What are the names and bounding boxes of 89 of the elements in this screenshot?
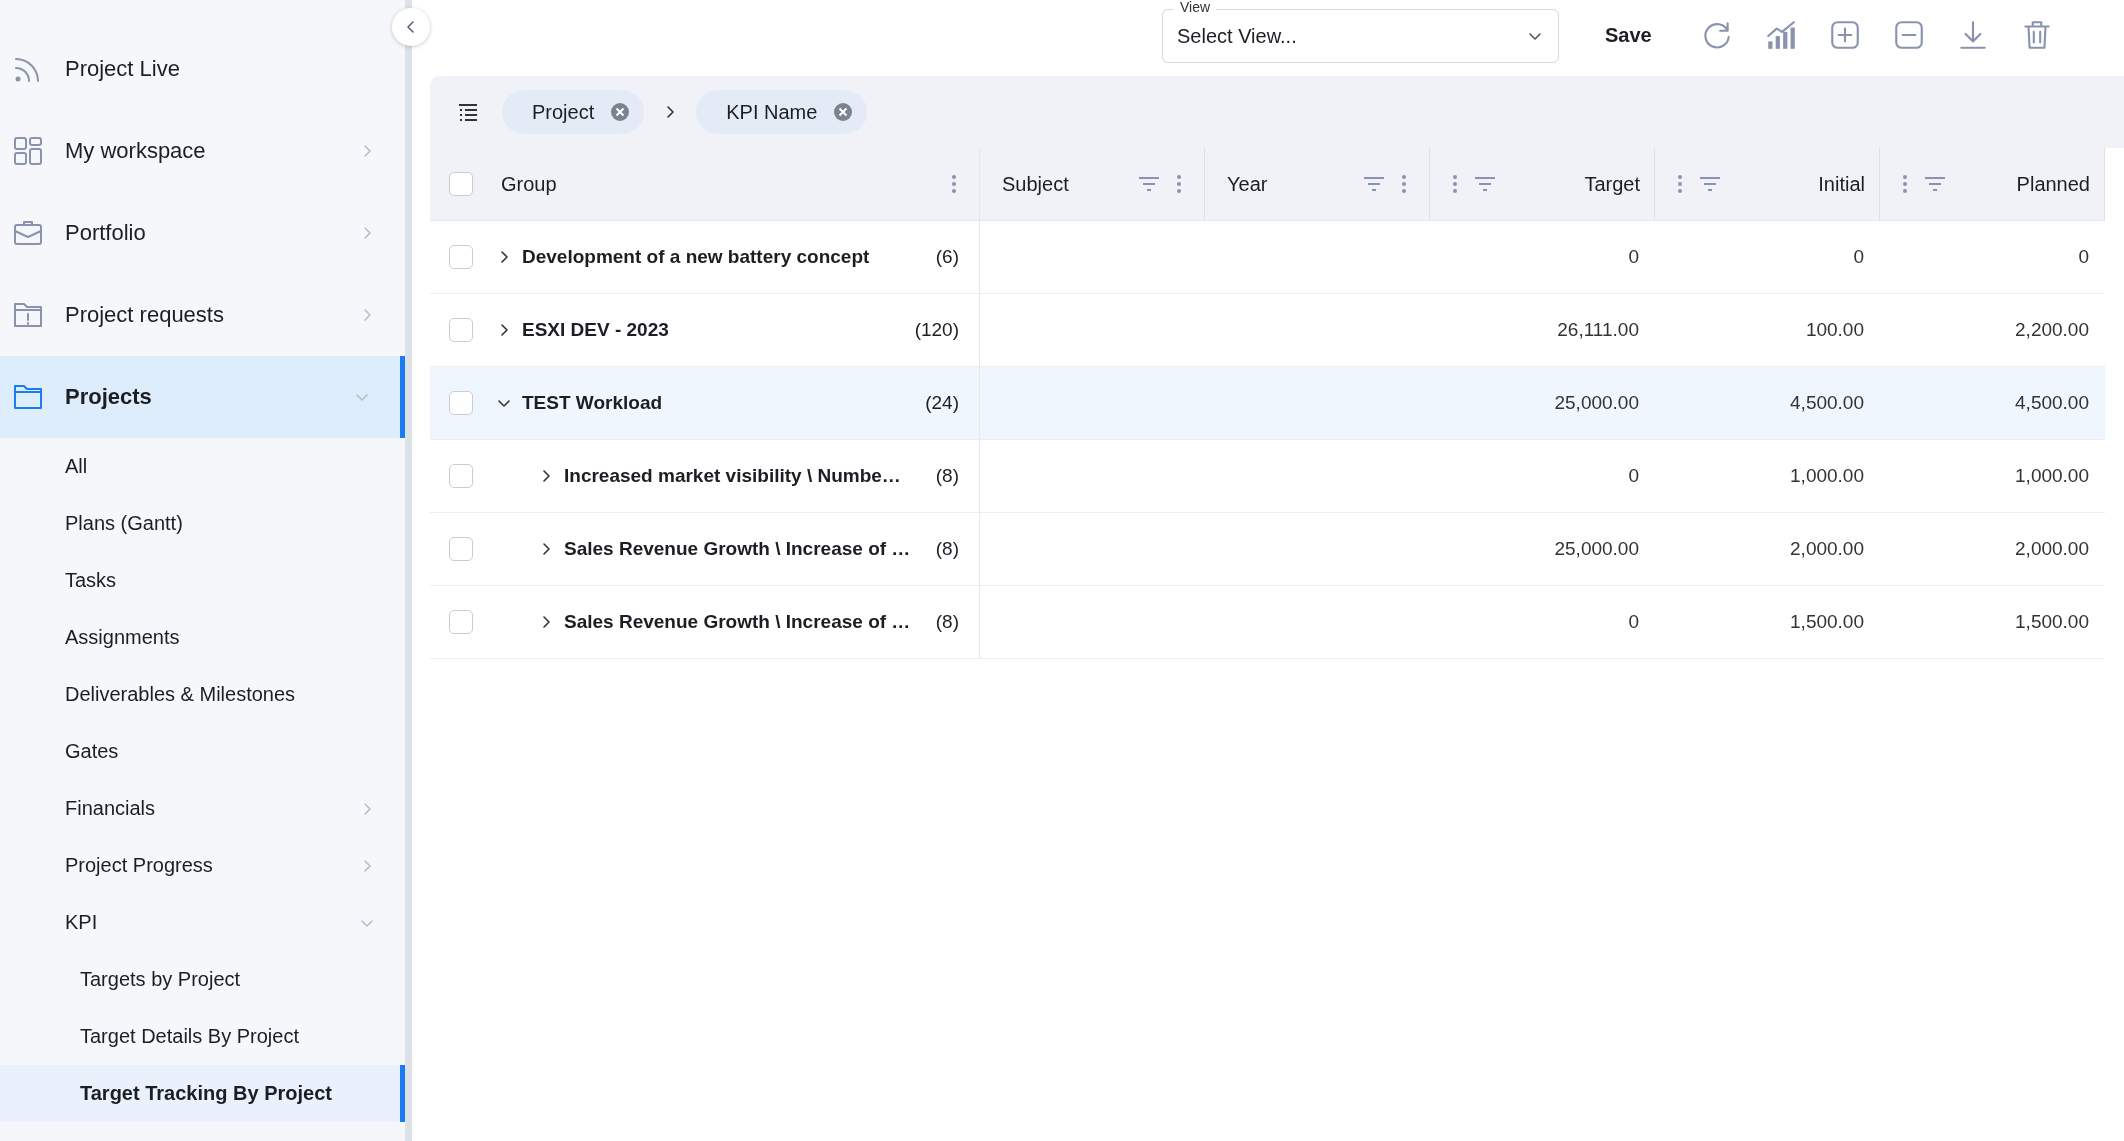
group-name: Sales Revenue Growth \ Increase of …	[564, 538, 912, 560]
header-label: Target	[1584, 172, 1640, 196]
group-chip[interactable]: KPI Name	[696, 90, 868, 134]
group-name: Sales Revenue Growth \ Increase of …	[564, 611, 912, 633]
column-header[interactable]: Target	[1430, 148, 1655, 221]
nav-item[interactable]: Project Live	[0, 28, 405, 110]
sidebar-item[interactable]: Target Tracking By Project	[0, 1065, 405, 1122]
sidebar-item[interactable]: Plans (Gantt)	[0, 495, 405, 552]
group-row-cell[interactable]: Increased market visibility \ Numbe… (8)	[430, 440, 980, 513]
sidebar-item[interactable]: Assignments	[0, 609, 405, 666]
row-count: (24)	[925, 392, 959, 414]
checkbox[interactable]	[449, 610, 473, 634]
filter-icon[interactable]	[1474, 176, 1496, 192]
table-cell: 0	[1430, 440, 1655, 513]
sidebar-item[interactable]: All	[0, 438, 405, 495]
sidebar-item[interactable]: Target Details By Project	[0, 1008, 405, 1065]
table-cell: 0	[1430, 586, 1655, 659]
sidebar-item[interactable]: Deliverables & Milestones	[0, 666, 405, 723]
nav-item[interactable]: My workspace	[0, 110, 405, 192]
checkbox[interactable]	[449, 537, 473, 561]
chip-label: KPI Name	[726, 100, 818, 124]
table-cell: 25,000.00	[1430, 513, 1655, 586]
checkbox[interactable]	[449, 391, 473, 415]
table-cell: 0	[1880, 221, 2105, 294]
remove-chip-icon[interactable]	[610, 102, 631, 122]
column-header[interactable]: Subject	[980, 148, 1205, 221]
filter-icon[interactable]	[1699, 176, 1721, 192]
more-icon[interactable]	[1902, 174, 1908, 194]
header-label: Subject	[1002, 172, 1070, 196]
table-cell: 25,000.00	[1430, 367, 1655, 440]
table-cell: 1,500.00	[1655, 586, 1880, 659]
sidebar-item[interactable]: Project Progress	[0, 837, 405, 894]
table-cell: 1,000.00	[1880, 440, 2105, 513]
group-row-cell[interactable]: TEST Workload (24)	[430, 367, 980, 440]
field-label: View	[1174, 0, 1217, 14]
table-cell: 0	[1430, 221, 1655, 294]
checkbox[interactable]	[449, 464, 473, 488]
table-cell: 1,000.00	[1655, 440, 1880, 513]
table-cell: 4,500.00	[1880, 367, 2105, 440]
table-cell: 1,500.00	[1880, 586, 2105, 659]
column-header[interactable]: Year	[1205, 148, 1430, 221]
header-label: Initial	[1818, 172, 1865, 196]
table-cell: 4,500.00	[1655, 367, 1880, 440]
group-name: ESXI DEV - 2023	[522, 319, 670, 341]
group-row-cell[interactable]: Sales Revenue Growth \ Increase of … (8)	[430, 513, 980, 586]
more-icon[interactable]	[951, 174, 957, 194]
scrollbar[interactable]	[405, 0, 412, 1141]
group-row-cell[interactable]: Development of a new battery concept (6)	[430, 221, 980, 294]
sidebar-item[interactable]: Targets by Project	[0, 951, 405, 1008]
header-label: Planned	[2016, 172, 2090, 196]
group-row-cell[interactable]: Sales Revenue Growth \ Increase of … (8)	[430, 586, 980, 659]
group-chip[interactable]: Project	[502, 90, 645, 134]
nav-item[interactable]: Projects	[0, 356, 405, 438]
group-name: TEST Workload	[522, 392, 664, 414]
chip-label: Project	[532, 100, 595, 124]
table-cell: 2,000.00	[1880, 513, 2105, 586]
table-cell: 2,000.00	[1655, 513, 1880, 586]
header-label: Group	[501, 172, 558, 196]
row-count: (8)	[935, 611, 959, 633]
sidebar-item[interactable]: Gates	[0, 723, 405, 780]
remove-chip-icon[interactable]	[833, 102, 854, 122]
group-name: Increased market visibility \ Numbe…	[564, 465, 902, 487]
filter-icon[interactable]	[1924, 176, 1946, 192]
save-button[interactable]: Save	[1599, 15, 1658, 55]
grid-icon	[12, 135, 44, 167]
sidebar-item[interactable]: Financials	[0, 780, 405, 837]
header-label: Year	[1227, 172, 1269, 196]
column-header[interactable]: Planned	[1880, 148, 2105, 221]
more-icon[interactable]	[1401, 174, 1407, 194]
filter-icon[interactable]	[1138, 176, 1160, 192]
table-cell: 0	[1655, 221, 1880, 294]
row-count: (8)	[935, 465, 959, 487]
more-icon[interactable]	[1677, 174, 1683, 194]
row-count: (120)	[914, 319, 959, 341]
filter-icon[interactable]	[1363, 176, 1385, 192]
column-header[interactable]: Initial	[1655, 148, 1880, 221]
sidebar-item[interactable]: KPI	[0, 894, 405, 951]
group-name: Development of a new battery concept	[522, 246, 871, 268]
more-icon[interactable]	[1452, 174, 1458, 194]
nav-item[interactable]: Project requests	[0, 274, 405, 356]
column-header[interactable]: Group	[430, 148, 980, 221]
row-count: (6)	[935, 246, 959, 268]
checkbox[interactable]	[449, 318, 473, 342]
checkbox[interactable]	[449, 172, 473, 196]
checkbox[interactable]	[449, 245, 473, 269]
nav-item[interactable]: Portfolio	[0, 192, 405, 274]
more-icon[interactable]	[1176, 174, 1182, 194]
row-count: (8)	[935, 538, 959, 560]
sidebar-item[interactable]: Tasks	[0, 552, 405, 609]
